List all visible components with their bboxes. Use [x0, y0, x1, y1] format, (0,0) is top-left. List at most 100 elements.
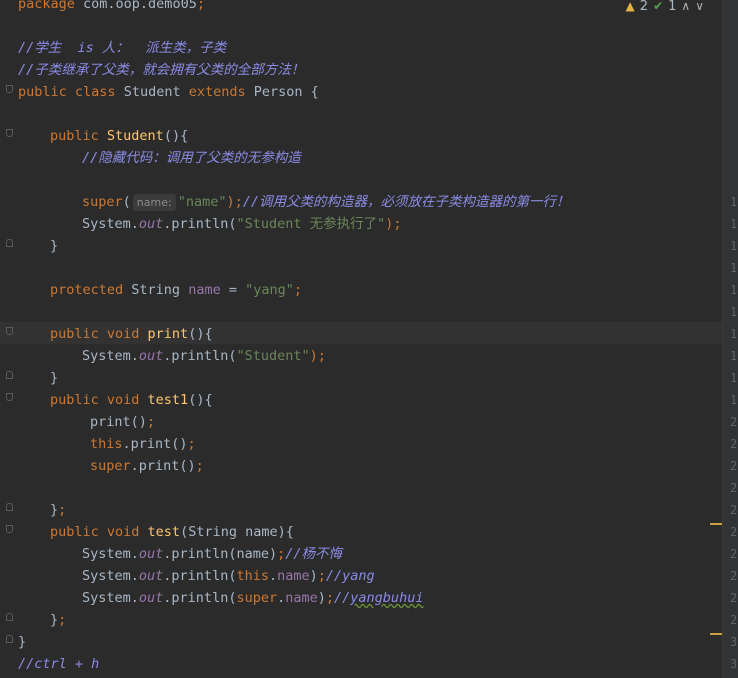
code-line-brace[interactable]: } — [50, 367, 58, 389]
code-line-brace[interactable]: } — [50, 235, 58, 257]
string-literal: "name" — [177, 194, 227, 210]
line-number: 25 — [730, 525, 738, 539]
code-line-println[interactable]: System.out.println(super.name);//yangbuh… — [82, 587, 423, 609]
code-line-brace[interactable]: }; — [50, 609, 66, 631]
code-line-println[interactable]: System.out.println("Student 无参执行了"); — [82, 213, 402, 235]
keyword: class — [66, 84, 116, 100]
fold-marker-print-end[interactable] — [6, 371, 13, 379]
line-number: 26 — [730, 547, 738, 561]
assign: = — [220, 282, 246, 298]
code-editor[interactable]: package com.oop.demo05; //学生 is 人： 派生类，子… — [0, 0, 722, 678]
weak-warning-count[interactable]: 1 — [668, 0, 676, 14]
method-call: .println(name) — [163, 546, 278, 562]
code-line-comment[interactable]: //ctrl + h — [18, 653, 99, 675]
fold-marker-test-end[interactable] — [6, 613, 13, 621]
fold-marker-class[interactable] — [6, 85, 13, 93]
semicolon: ; — [187, 436, 196, 452]
keyword: void — [98, 392, 140, 408]
method-call: .print() — [130, 458, 196, 474]
fold-marker-constructor-end[interactable] — [6, 239, 13, 247]
check-icon[interactable]: ✔ — [653, 0, 663, 13]
code-line-brace[interactable]: }; — [50, 499, 66, 521]
method-call: .println( — [163, 216, 237, 232]
line-number: 29 — [730, 613, 738, 627]
semicolon: ; — [325, 590, 335, 606]
inspection-widget[interactable]: ▲ 2 ✔ 1 ∧ ∨ — [626, 0, 704, 14]
line-number: 27 — [730, 569, 738, 583]
semicolon: ; — [277, 546, 286, 562]
typo-comment: yangbuhui — [350, 590, 424, 606]
method-name: test — [139, 524, 181, 540]
params: (String name){ — [180, 524, 294, 540]
chevron-up-icon[interactable]: ∧ — [681, 0, 690, 13]
params: (){ — [163, 128, 189, 144]
keyword: extends — [188, 84, 246, 100]
type: String — [123, 282, 189, 298]
semicolon: ; — [196, 0, 205, 12]
warning-stripe-marker[interactable] — [710, 523, 722, 525]
constructor-name: Student — [98, 128, 164, 144]
paren: ) — [317, 590, 326, 606]
semicolon: ; — [58, 502, 67, 518]
code-line-comment[interactable]: //子类继承了父类，就会拥有父类的全部方法！ — [18, 59, 304, 81]
method-call: .println( — [163, 568, 237, 584]
string-literal: "yang" — [245, 282, 294, 298]
comment: //调用父类的构造器，必须放在子类构造器的第一行！ — [242, 194, 570, 210]
string-literal: "Student 无参执行了" — [236, 216, 386, 232]
code-line-println[interactable]: System.out.println("Student"); — [82, 345, 326, 367]
line-number: 10 — [730, 195, 738, 209]
fold-marker-print[interactable] — [6, 327, 13, 335]
warning-count[interactable]: 2 — [640, 0, 648, 14]
code-line-call[interactable]: print(); — [90, 411, 155, 433]
paren-semi: ); — [226, 194, 243, 210]
line-number: 12 — [730, 239, 738, 253]
parameter-hint: name: — [132, 194, 176, 211]
paren: ) — [309, 568, 318, 584]
system: System. — [82, 216, 139, 232]
fold-marker-test1-end[interactable] — [6, 503, 13, 511]
code-line-package[interactable]: package com.oop.demo05; — [18, 0, 205, 15]
dot: . — [268, 568, 278, 584]
code-line-brace[interactable]: } — [18, 631, 26, 653]
static-field: out — [138, 590, 164, 606]
line-number: 11 — [730, 217, 738, 231]
fold-marker-constructor[interactable] — [6, 129, 13, 137]
semicolon: ; — [195, 458, 204, 474]
warning-triangle-icon[interactable]: ▲ — [626, 0, 635, 13]
code-line-method-test1[interactable]: public void test1(){ — [50, 389, 213, 411]
code-line-comment[interactable]: //隐藏代码：调用了父类的无参构造 — [82, 147, 301, 169]
line-number: 23 — [730, 481, 738, 495]
paren-semi: ); — [309, 348, 326, 364]
code-line-class-declaration[interactable]: public class Student extends Person { — [18, 81, 319, 103]
static-field: out — [138, 568, 164, 584]
keyword: super — [82, 194, 123, 210]
fold-marker-test[interactable] — [6, 525, 13, 533]
code-line-println[interactable]: System.out.println(name);//杨不悔 — [82, 543, 342, 565]
code-line-println[interactable]: System.out.println(this.name);//yang — [82, 565, 375, 587]
comment: //ctrl + h — [18, 656, 100, 672]
code-line-super-call[interactable]: super(name: "name");//调用父类的构造器，必须放在子类构造器的… — [82, 191, 570, 213]
code-line-call[interactable]: super.print(); — [90, 455, 204, 477]
code-line-constructor[interactable]: public Student(){ — [50, 125, 188, 147]
code-line-method-print[interactable]: public void print(){ — [50, 323, 213, 345]
code-line-field[interactable]: protected String name = "yang"; — [50, 279, 302, 301]
keyword: this — [236, 568, 269, 584]
line-number: 16 — [730, 327, 738, 341]
field-name: name — [277, 568, 310, 584]
brace: } — [50, 370, 59, 386]
comment: //杨不悔 — [285, 546, 342, 562]
fold-marker-class-end[interactable] — [6, 635, 13, 643]
keyword: public — [50, 128, 99, 144]
chevron-down-icon[interactable]: ∨ — [695, 0, 704, 13]
code-line-method-test[interactable]: public void test(String name){ — [50, 521, 294, 543]
system: System. — [82, 348, 139, 364]
fold-marker-test1[interactable] — [6, 393, 13, 401]
method-call: .print() — [122, 436, 188, 452]
method-call: .println( — [163, 590, 237, 606]
warning-stripe-marker[interactable] — [710, 633, 722, 635]
semicolon: ; — [317, 568, 326, 584]
code-line-call[interactable]: this.print(); — [90, 433, 196, 455]
method-call: .println( — [163, 348, 237, 364]
comment: // — [334, 590, 351, 606]
code-line-comment[interactable]: //学生 is 人： 派生类，子类 — [18, 37, 226, 59]
